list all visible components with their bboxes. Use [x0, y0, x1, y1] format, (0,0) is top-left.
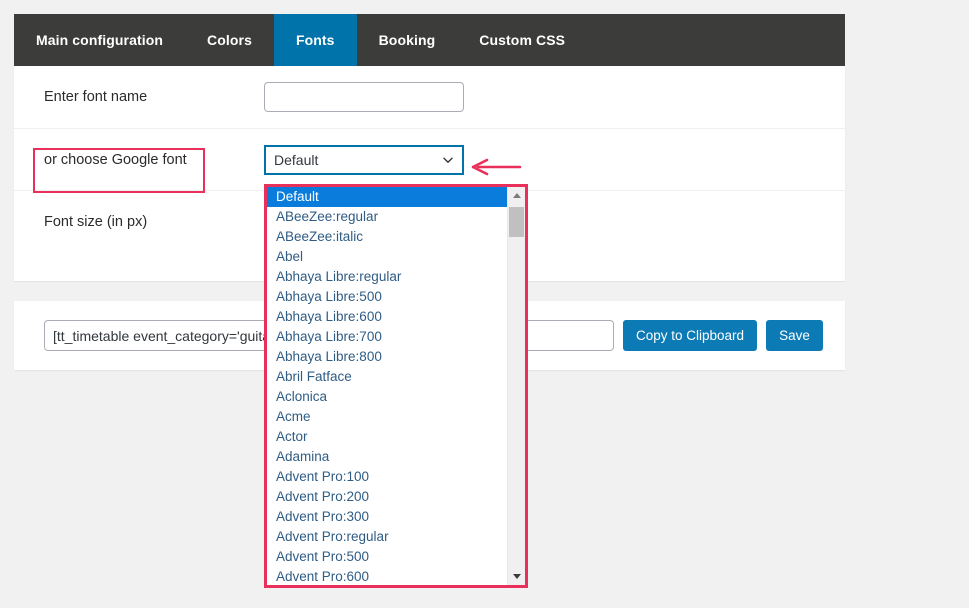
google-font-option[interactable]: Abhaya Libre:regular: [267, 267, 507, 287]
google-font-option[interactable]: Advent Pro:200: [267, 487, 507, 507]
copy-to-clipboard-button[interactable]: Copy to Clipboard: [623, 320, 758, 351]
google-font-option[interactable]: Abril Fatface: [267, 367, 507, 387]
google-font-option[interactable]: Actor: [267, 427, 507, 447]
google-font-option[interactable]: Adamina: [267, 447, 507, 467]
google-font-option[interactable]: ABeeZee:regular: [267, 207, 507, 227]
label-font-size: Font size (in px): [44, 213, 148, 230]
google-font-option[interactable]: ABeeZee:italic: [267, 227, 507, 247]
save-button[interactable]: Save: [766, 320, 823, 351]
google-font-option[interactable]: Advent Pro:100: [267, 467, 507, 487]
scroll-down-arrow-icon[interactable]: [508, 568, 525, 585]
control-enter-font-name: [264, 82, 845, 112]
chevron-down-icon: [443, 157, 453, 163]
tab-colors[interactable]: Colors: [185, 14, 274, 66]
google-font-option[interactable]: Aclonica: [267, 387, 507, 407]
google-font-option-list[interactable]: Default ABeeZee:regular ABeeZee:italic Abel…: [267, 187, 507, 585]
google-font-option[interactable]: Abel: [267, 247, 507, 267]
field-row-font-name: Enter font name: [14, 66, 845, 128]
dropdown-scrollbar[interactable]: [507, 187, 525, 585]
google-font-option[interactable]: Advent Pro:600: [267, 567, 507, 585]
google-font-option[interactable]: Abhaya Libre:700: [267, 327, 507, 347]
field-row-google-font: or choose Google font Default: [14, 128, 845, 190]
tab-main-configuration[interactable]: Main configuration: [14, 14, 185, 66]
google-font-option[interactable]: Abhaya Libre:500: [267, 287, 507, 307]
tab-custom-css[interactable]: Custom CSS: [457, 14, 587, 66]
settings-tab-bar: Main configuration Colors Fonts Booking …: [14, 14, 845, 66]
dropdown-scrollbar-thumb[interactable]: [509, 207, 524, 237]
tab-booking[interactable]: Booking: [357, 14, 458, 66]
google-font-option[interactable]: Advent Pro:300: [267, 507, 507, 527]
google-font-option[interactable]: Acme: [267, 407, 507, 427]
google-font-option[interactable]: Abhaya Libre:800: [267, 347, 507, 367]
label-or-choose-google-font: or choose Google font: [44, 151, 187, 168]
google-font-selected-value: Default: [274, 151, 319, 168]
google-font-dropdown-list-popup[interactable]: Default ABeeZee:regular ABeeZee:italic Abel…: [264, 184, 528, 588]
label-enter-font-name: Enter font name: [44, 89, 148, 105]
tab-fonts[interactable]: Fonts: [273, 14, 357, 66]
scroll-up-arrow-icon[interactable]: [508, 187, 525, 204]
google-font-option[interactable]: Advent Pro:regular: [267, 527, 507, 547]
google-font-option[interactable]: Advent Pro:500: [267, 547, 507, 567]
google-font-option[interactable]: Default: [267, 187, 507, 207]
font-name-input[interactable]: [264, 82, 464, 112]
control-google-font: Default: [264, 144, 845, 175]
google-font-select[interactable]: Default: [264, 144, 464, 175]
google-font-option[interactable]: Abhaya Libre:600: [267, 307, 507, 327]
